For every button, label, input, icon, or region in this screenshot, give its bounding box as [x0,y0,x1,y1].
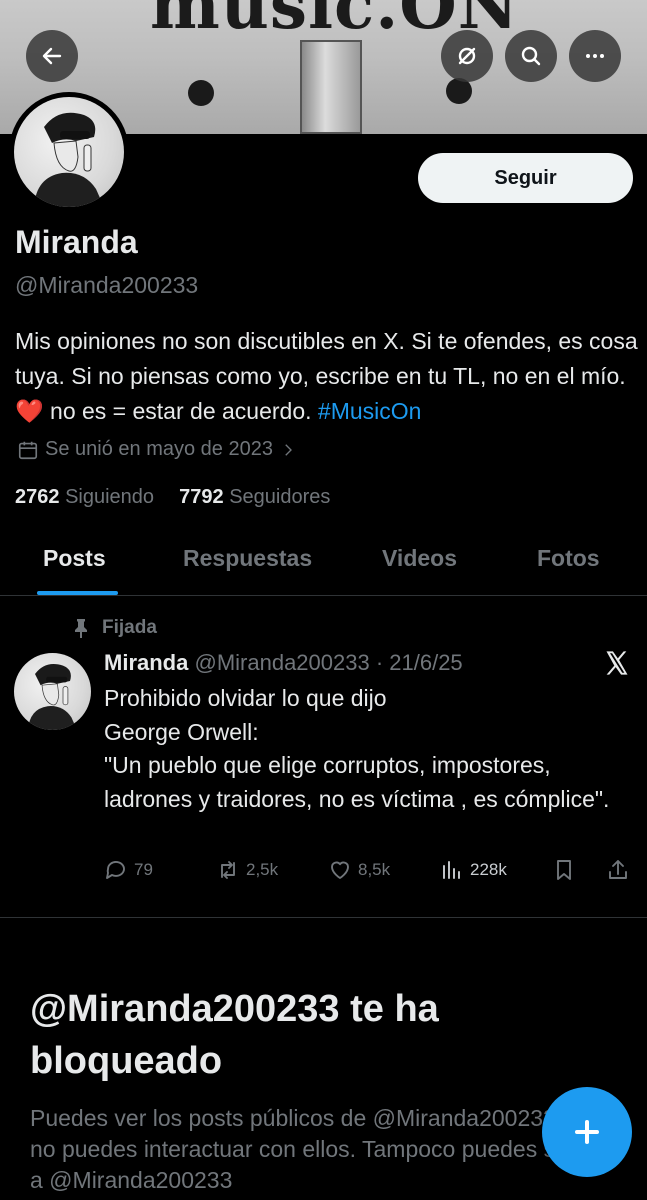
bookmark-button[interactable] [552,858,576,882]
profile-avatar[interactable] [9,92,129,212]
back-button[interactable] [26,30,78,82]
follow-button[interactable]: Seguir [418,153,633,203]
following-stat[interactable]: 2762 Siguiendo [15,486,154,508]
views-count: 228k [470,860,507,879]
followers-label: Seguidores [229,486,331,508]
blocked-title: @Miranda200233 te ha bloqueado [30,988,439,1082]
search-button[interactable] [505,30,557,82]
joined-text: Se unió en mayo de 2023 [45,438,273,460]
share-icon [609,860,627,879]
post-header: Miranda @Miranda200233 · 21/6/25 [104,650,463,676]
bio-hashtag-link[interactable]: #MusicOn [318,398,422,424]
pin-icon [75,619,87,638]
bookmark-icon [557,860,571,880]
profile-tabs: Posts Respuestas Videos Fotos [0,530,647,596]
divider [0,917,647,918]
banner-switch-graphic [300,40,362,134]
blocked-text: Puedes ver los posts públicos de @Mirand… [30,1105,615,1193]
followers-stat[interactable]: 7792 Seguidores [179,486,330,508]
heart-icon [331,861,349,879]
x-logo-icon[interactable] [603,649,631,677]
like-count: 8,5k [358,860,391,879]
share-button[interactable] [606,858,630,882]
profile-bio: Mis opiniones no son discutibles en X. S… [15,324,640,429]
eye-off-icon [458,47,476,65]
search-icon [521,46,541,66]
pinned-label: Fijada [72,617,157,639]
reply-count: 79 [134,860,153,879]
views-icon [443,861,460,879]
followers-count: 7792 [179,486,224,508]
tab-photos[interactable]: Fotos [537,545,600,572]
following-label: Siguiendo [65,486,155,508]
avatar-image [14,97,124,207]
avatar-portrait [28,664,77,730]
arrow-left-icon [42,47,62,65]
repost-button[interactable]: 2,5k [216,858,278,882]
tab-videos[interactable]: Videos [382,545,457,572]
post-text: Prohibido olvidar lo que dijo George Orw… [104,685,610,812]
like-button[interactable]: 8,5k [328,858,390,882]
post-author-avatar[interactable] [14,653,91,730]
calendar-icon [18,441,38,459]
plus-icon [575,1120,599,1144]
views-button[interactable]: 228k [440,858,507,882]
post-meta: @Miranda200233 · 21/6/25 [194,650,463,675]
more-options-button[interactable] [569,30,621,82]
post-author-name[interactable]: Miranda [104,650,188,675]
repost-count: 2,5k [246,860,279,879]
chevron-right-icon [285,443,292,456]
banner-hole-graphic [188,80,214,106]
tab-posts[interactable]: Posts [43,545,106,572]
hide-posts-button[interactable] [441,30,493,82]
profile-name: Miranda [15,224,138,260]
profile-handle: @Miranda200233 [15,272,199,298]
pinned-text: Fijada [102,617,157,638]
compose-post-button[interactable] [542,1087,632,1177]
joined-date[interactable]: Se unió en mayo de 2023 [17,438,297,461]
following-count: 2762 [15,486,60,508]
tab-replies[interactable]: Respuestas [183,545,312,572]
reply-button[interactable]: 79 [104,858,153,882]
avatar-portrait [34,112,104,207]
active-tab-indicator [37,591,118,595]
repost-icon [221,861,235,879]
profile-stats: 2762 Siguiendo 7792 Seguidores [15,486,330,509]
post-actions: 79 2,5k 8,5k 228k [104,858,634,888]
reply-icon [106,861,125,879]
more-icon [586,54,604,58]
